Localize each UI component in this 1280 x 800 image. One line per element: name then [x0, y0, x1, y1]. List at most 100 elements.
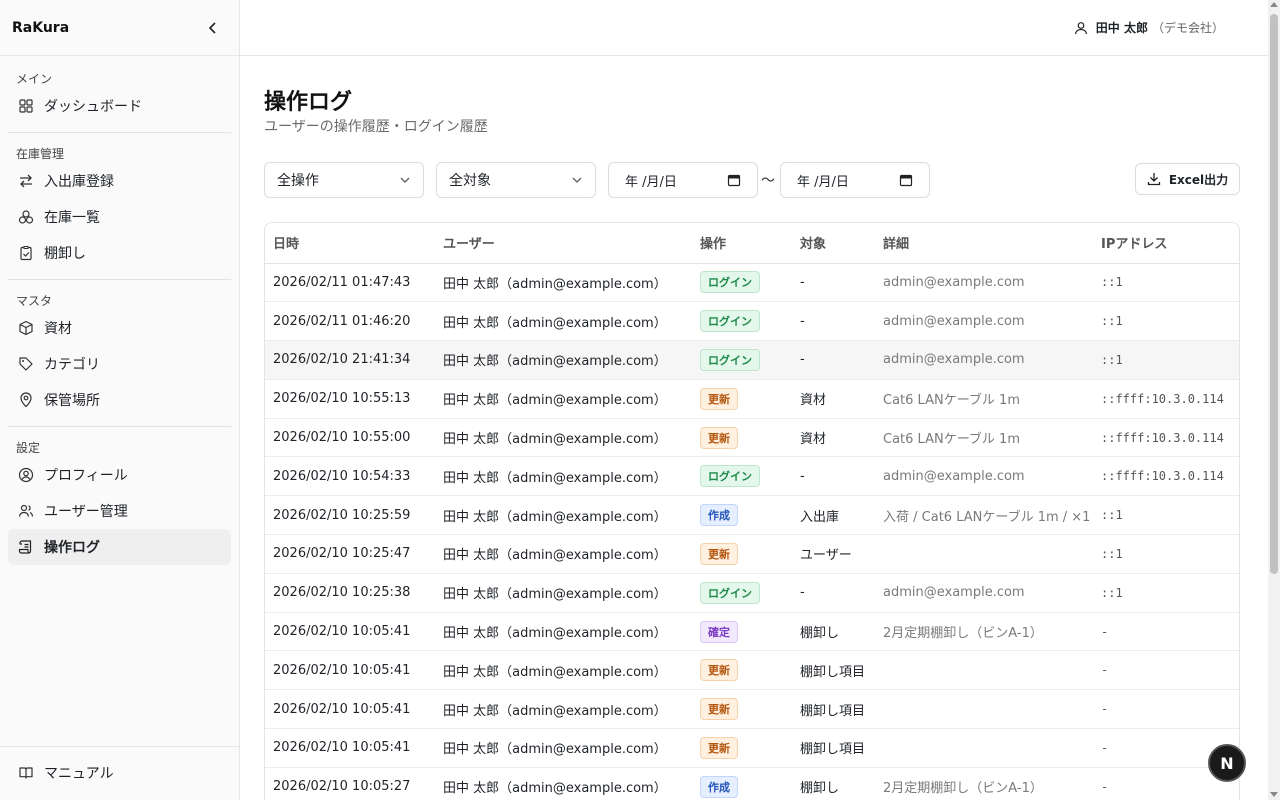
action-badge: 更新	[700, 387, 738, 410]
brand-logo[interactable]: RaKura	[12, 20, 69, 36]
cell-datetime: 2026/02/11 01:46:20	[265, 301, 435, 342]
table-row[interactable]: 2026/02/10 10:25:47 田中 太郎（admin@example.c…	[265, 534, 1239, 574]
table-row[interactable]: 2026/02/10 10:05:41 田中 太郎（admin@example.c…	[265, 728, 1239, 768]
cell-datetime: 2026/02/10 10:05:41	[265, 689, 435, 730]
sidebar-group: マスタ 資材 カテゴリ 保管場所	[0, 290, 239, 418]
sidebar-item-grid[interactable]: ダッシュボード	[8, 88, 231, 124]
sidebar-item-clipboard-check[interactable]: 棚卸し	[8, 235, 231, 271]
chevron-left-icon	[208, 21, 216, 34]
target-filter-select[interactable]: 全対象	[436, 162, 596, 198]
sidebar-item-manual[interactable]: マニュアル	[8, 755, 231, 791]
sidebar-item-arrows[interactable]: 入出庫登録	[8, 163, 231, 199]
table-row[interactable]: 2026/02/10 10:55:00 田中 太郎（admin@example.c…	[265, 418, 1239, 458]
cell-datetime: 2026/02/10 10:25:59	[265, 495, 435, 536]
date-range-separator: 〜	[761, 173, 775, 189]
action-badge: ログイン	[700, 465, 760, 488]
scroll-up-arrow[interactable]	[1270, 2, 1278, 7]
table-row[interactable]: 2026/02/11 01:47:43 田中 太郎（admin@example.c…	[265, 263, 1239, 303]
action-badge: 作成	[700, 775, 738, 798]
table-row[interactable]: 2026/02/10 10:25:59 田中 太郎（admin@example.c…	[265, 495, 1239, 536]
cell-target: 資材	[792, 379, 875, 419]
download-icon	[1147, 172, 1161, 186]
column-header-ip[interactable]: IPアドレス	[1093, 223, 1239, 264]
boxes-icon	[16, 207, 36, 227]
sidebar-group-title: メイン	[16, 71, 53, 86]
cell-detail: 2月定期棚卸し（ビンA-1）	[875, 612, 1093, 652]
sidebar-item-label: 資材	[44, 321, 72, 337]
next-dev-tools-button[interactable]: N	[1208, 744, 1246, 782]
date-from-placeholder: 年 /月/日	[625, 174, 677, 190]
cell-datetime: 2026/02/10 10:05:27	[265, 767, 435, 800]
table-row[interactable]: 2026/02/10 10:54:33 田中 太郎（admin@example.c…	[265, 456, 1239, 497]
sidebar-item-users[interactable]: ユーザー管理	[8, 493, 231, 529]
calendar-icon[interactable]	[899, 173, 913, 187]
grid-icon	[16, 96, 36, 116]
table-row[interactable]: 2026/02/10 21:41:34 田中 太郎（admin@example.c…	[265, 340, 1239, 380]
table-row[interactable]: 2026/02/10 10:05:27 田中 太郎（admin@example.c…	[265, 767, 1239, 800]
sidebar-item-label: 保管場所	[44, 393, 100, 409]
cell-user: 田中 太郎（admin@example.com）	[435, 534, 692, 574]
page-scrollbar[interactable]	[1268, 0, 1280, 800]
sidebar-item-map-pin[interactable]: 保管場所	[8, 382, 231, 418]
cell-action: 更新	[692, 534, 792, 574]
cell-datetime: 2026/02/11 01:47:43	[265, 263, 435, 303]
sidebar-item-user-circle[interactable]: プロフィール	[8, 457, 231, 493]
column-header-detail[interactable]: 詳細	[875, 223, 1093, 264]
action-badge: ログイン	[700, 581, 760, 604]
cell-target: -	[792, 301, 875, 342]
cell-detail: admin@example.com	[875, 263, 1093, 303]
cell-datetime: 2026/02/10 21:41:34	[265, 340, 435, 380]
cell-action: 更新	[692, 418, 792, 458]
column-header-action[interactable]: 操作	[692, 223, 792, 264]
sidebar-item-package[interactable]: 資材	[8, 310, 231, 346]
action-badge: 更新	[700, 426, 738, 449]
sidebar-item-scroll[interactable]: 操作ログ	[8, 529, 231, 565]
cell-action: 更新	[692, 379, 792, 419]
cell-detail: 2月定期棚卸し（ビンA-1）	[875, 767, 1093, 800]
table-row[interactable]: 2026/02/10 10:05:41 田中 太郎（admin@example.c…	[265, 612, 1239, 652]
table-row[interactable]: 2026/02/10 10:05:41 田中 太郎（admin@example.c…	[265, 650, 1239, 691]
cell-target: 棚卸し項目	[792, 728, 875, 768]
column-header-datetime[interactable]: 日時	[265, 223, 435, 264]
table-row[interactable]: 2026/02/11 01:46:20 田中 太郎（admin@example.c…	[265, 301, 1239, 342]
cell-datetime: 2026/02/10 10:54:33	[265, 456, 435, 497]
cell-action: 作成	[692, 495, 792, 536]
scrollbar-thumb[interactable]	[1270, 14, 1278, 574]
clipboard-check-icon	[16, 243, 36, 263]
sidebar-item-boxes[interactable]: 在庫一覧	[8, 199, 231, 235]
table-row[interactable]: 2026/02/10 10:55:13 田中 太郎（admin@example.c…	[265, 379, 1239, 419]
cell-action: ログイン	[692, 340, 792, 380]
collapse-sidebar-button[interactable]	[203, 18, 223, 38]
date-from-input[interactable]: 年 /月/日	[608, 162, 758, 198]
sidebar-header: RaKura	[0, 0, 239, 56]
user-menu[interactable]: 田中 太郎 （デモ会社）	[1074, 19, 1224, 36]
cell-detail: Cat6 LANケーブル 1m	[875, 418, 1093, 458]
sidebar-group-title: 設定	[16, 440, 41, 455]
cell-target: -	[792, 456, 875, 497]
sidebar-item-label: 在庫一覧	[44, 210, 100, 226]
table-row[interactable]: 2026/02/10 10:25:38 田中 太郎（admin@example.c…	[265, 573, 1239, 613]
date-to-input[interactable]: 年 /月/日	[780, 162, 930, 198]
cell-ip: ::1	[1093, 573, 1239, 613]
main-content: 操作ログ ユーザーの操作履歴・ログイン履歴 全操作 全対象 年 /月/日 〜 年…	[240, 56, 1268, 800]
cell-target: -	[792, 340, 875, 380]
table-row[interactable]: 2026/02/10 10:05:41 田中 太郎（admin@example.c…	[265, 689, 1239, 730]
page-title: 操作ログ	[264, 90, 353, 115]
cell-datetime: 2026/02/10 10:55:13	[265, 379, 435, 419]
cell-ip: ::ffff:10.3.0.114	[1093, 456, 1239, 497]
column-header-target[interactable]: 対象	[792, 223, 875, 264]
table-body: 2026/02/11 01:47:43 田中 太郎（admin@example.c…	[265, 263, 1239, 800]
column-header-user[interactable]: ユーザー	[435, 223, 692, 264]
scroll-down-arrow[interactable]	[1270, 792, 1278, 797]
cell-ip: ::1	[1093, 340, 1239, 380]
sidebar-item-tag[interactable]: カテゴリ	[8, 346, 231, 382]
cell-target: -	[792, 573, 875, 613]
cell-user: 田中 太郎（admin@example.com）	[435, 301, 692, 342]
sidebar-group-title: 在庫管理	[16, 146, 65, 161]
cell-detail	[875, 728, 1093, 768]
cell-datetime: 2026/02/10 10:05:41	[265, 728, 435, 768]
excel-export-button[interactable]: Excel出力	[1135, 163, 1240, 195]
action-badge: ログイン	[700, 271, 760, 294]
action-filter-select[interactable]: 全操作	[264, 162, 424, 198]
calendar-icon[interactable]	[727, 173, 741, 187]
